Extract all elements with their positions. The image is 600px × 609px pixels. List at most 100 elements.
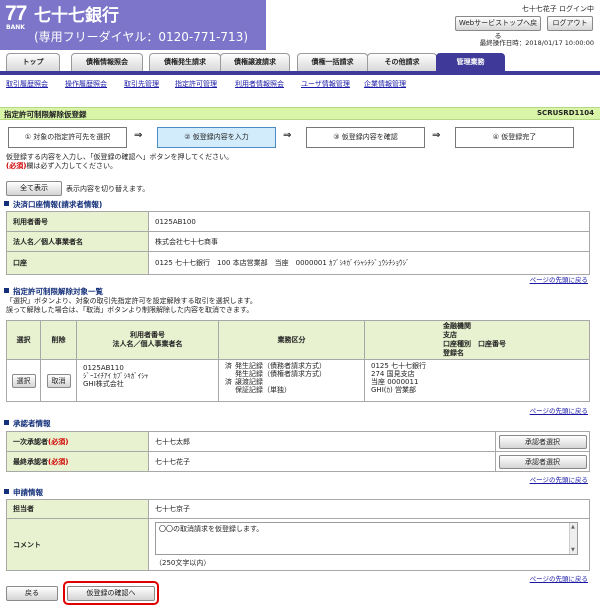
row-user-name: GHI株式会社 bbox=[83, 380, 124, 388]
tab-admin[interactable]: 管理業務 bbox=[436, 53, 505, 71]
tab-top[interactable]: トップ bbox=[6, 53, 60, 71]
request-section-title-text: 申請情報 bbox=[13, 488, 43, 497]
release-section-title: 指定許可制限解除対象一覧 bbox=[4, 286, 103, 297]
release-note-2: 誤って解除した場合は、「取消」ボタンより制限解除した内容を取消できます。 bbox=[6, 306, 254, 314]
scroll-up-icon[interactable]: ▲ bbox=[571, 524, 575, 530]
tab-claim-issue[interactable]: 債権発生請求 bbox=[149, 53, 221, 71]
web-service-top-button[interactable]: Webサービストップへ戻る bbox=[455, 16, 541, 40]
subnav-designation-management[interactable]: 指定許可管理 bbox=[175, 79, 217, 89]
back-to-top-link[interactable]: ページの先頭に戻る bbox=[530, 474, 588, 484]
tab-underline bbox=[0, 71, 600, 75]
approver-section-title: 承認者情報 bbox=[4, 418, 51, 429]
row-user-no: 0125AB110 bbox=[83, 364, 124, 372]
request-section-title: 申請情報 bbox=[4, 487, 43, 498]
col-select: 選択 bbox=[6, 320, 41, 360]
comment-label: コメント bbox=[6, 518, 149, 571]
back-button[interactable]: 戻る bbox=[6, 586, 58, 601]
subnav-transaction-history[interactable]: 取引履歴照会 bbox=[6, 79, 48, 89]
first-approver-label: 一次承認者 bbox=[13, 437, 48, 446]
step-3: ③ 仮登録内容を確認 bbox=[306, 127, 425, 148]
required-label: (必須) bbox=[48, 437, 69, 446]
tab-other-request[interactable]: その他請求 bbox=[367, 53, 437, 71]
table-row: 選択 取消 0125AB110 ｼﾞｰｴｲﾁｱｲ ｶﾌﾞｼｷｶﾞｲｼｬ GHI株… bbox=[6, 359, 590, 402]
account-label-user-no: 利用者番号 bbox=[6, 211, 149, 232]
person-label: 担当者 bbox=[6, 499, 149, 519]
section-bullet-icon bbox=[4, 420, 9, 425]
business-status-mark: 済 bbox=[225, 362, 232, 370]
release-section-title-text: 指定許可制限解除対象一覧 bbox=[13, 287, 103, 296]
bank-name: 七十七銀行 bbox=[34, 6, 119, 26]
cancel-button[interactable]: 取消 bbox=[46, 373, 71, 388]
instructions: 仮登録する内容を入力し、「仮登録の確認へ」ボタンを押してください。 (必須)欄は… bbox=[6, 153, 233, 171]
tab-claim-transfer[interactable]: 債権譲渡請求 bbox=[220, 53, 290, 71]
business-line: 保証記録（単独） bbox=[225, 386, 358, 394]
row-user-kana: ｼﾞｰｴｲﾁｱｲ ｶﾌﾞｼｷｶﾞｲｼｬ bbox=[83, 372, 149, 380]
business-line: 発生記録（債権者請求方式） bbox=[225, 370, 358, 378]
section-bullet-icon bbox=[4, 489, 9, 494]
subnav-company-management[interactable]: 企業情報管理 bbox=[364, 79, 406, 89]
step-arrow-icon: ⇒ bbox=[134, 130, 143, 141]
final-approver-select-button[interactable]: 承認者選択 bbox=[498, 454, 587, 469]
tab-claim-bulk[interactable]: 債権一括請求 bbox=[297, 53, 368, 71]
first-approver-value: 七十七太郎 bbox=[148, 431, 496, 452]
comment-scrollbar[interactable]: ▲ ▼ bbox=[569, 523, 577, 554]
col-delete: 削除 bbox=[40, 320, 77, 360]
header: 77 BANK 七十七銀行 (専用フリーダイヤル：0120-771-713) 七… bbox=[0, 0, 600, 50]
business-type: 保証記録（単独） bbox=[235, 386, 291, 394]
select-button[interactable]: 選択 bbox=[11, 373, 36, 388]
approver-section-title-text: 承認者情報 bbox=[13, 419, 51, 428]
bank-logo-text: BANK bbox=[6, 24, 25, 31]
subnav-partner-management[interactable]: 取引先管理 bbox=[124, 79, 159, 89]
required-label: (必須) bbox=[6, 162, 27, 170]
step-2-current: ② 仮登録内容を入力 bbox=[157, 127, 276, 148]
instruction-line: 仮登録する内容を入力し、「仮登録の確認へ」ボタンを押してください。 bbox=[6, 153, 234, 161]
account-label-company: 法人名／個人事業者名 bbox=[6, 231, 149, 252]
bank-logo: 77 bbox=[5, 2, 27, 25]
tab-claim-info[interactable]: 債権情報照会 bbox=[71, 53, 143, 71]
person-value: 七十七京子 bbox=[148, 499, 590, 519]
col-user: 利用者番号 法人名／個人事業者名 bbox=[76, 320, 219, 360]
logout-button[interactable]: ログアウト bbox=[547, 16, 593, 31]
free-dial: (専用フリーダイヤル：0120-771-713) bbox=[34, 30, 249, 44]
business-line: 済譲渡記録 bbox=[225, 378, 358, 386]
row-bank-line: GHI(ｶ) 営業部 bbox=[371, 386, 416, 394]
subnav-operation-history[interactable]: 操作履歴照会 bbox=[65, 79, 107, 89]
back-to-top-link[interactable]: ページの先頭に戻る bbox=[530, 274, 588, 284]
section-bullet-icon bbox=[4, 288, 9, 293]
account-info-table: 利用者番号 0125AB100 法人名／個人事業者名 株式会社七十七商事 口座 … bbox=[6, 211, 590, 275]
back-to-top-link[interactable]: ページの先頭に戻る bbox=[530, 405, 588, 415]
required-note: (必須)欄は必ず入力してください。 bbox=[6, 162, 233, 171]
confirm-registration-button[interactable]: 仮登録の確認へ bbox=[67, 586, 155, 601]
required-note-text: 欄は必ず入力してください。 bbox=[26, 162, 117, 170]
subnav-user-management[interactable]: ユーザ情報管理 bbox=[301, 79, 350, 89]
release-note-1: 「選択」ボタンより、対象の取引先指定許可を設定解除する取引を選択します。 bbox=[6, 297, 257, 305]
release-notes: 「選択」ボタンより、対象の取引先指定許可を設定解除する取引を選択します。 誤って… bbox=[6, 297, 257, 315]
last-operation-time: 最終操作日時：2018/01/17 10:00:00 bbox=[479, 39, 594, 47]
row-bank-line: 274 国見支店 bbox=[371, 370, 415, 378]
comment-char-limit: （250文字以内） bbox=[155, 559, 211, 567]
account-value-user-no: 0125AB100 bbox=[148, 211, 590, 232]
required-label: (必須) bbox=[48, 457, 69, 466]
show-all-button[interactable]: 全て表示 bbox=[6, 181, 62, 196]
account-value-company: 株式会社七十七商事 bbox=[148, 231, 590, 252]
final-approver-label: 最終承認者 bbox=[13, 457, 48, 466]
back-to-top-link[interactable]: ページの先頭に戻る bbox=[530, 573, 588, 583]
business-type: 発生記録（債務者請求方式） bbox=[235, 362, 326, 370]
subnav-user-info[interactable]: 利用者情報照会 bbox=[235, 79, 284, 89]
step-4: ④ 仮登録完了 bbox=[455, 127, 574, 148]
page-title-bar: 指定許可制限解除仮登録 SCRUSRD1104 bbox=[0, 107, 600, 120]
step-arrow-icon: ⇒ bbox=[432, 130, 441, 141]
business-type: 発生記録（債権者請求方式） bbox=[235, 370, 326, 378]
business-line: 済発生記録（債務者請求方式） bbox=[225, 362, 358, 370]
sub-navigation: 取引履歴照会 操作履歴照会 取引先管理 指定許可管理 利用者情報照会 ユーザ情報… bbox=[6, 79, 596, 91]
scroll-down-icon[interactable]: ▼ bbox=[571, 547, 575, 553]
step-arrow-icon: ⇒ bbox=[283, 130, 292, 141]
row-bank-line: 0125 七十七銀行 bbox=[371, 362, 427, 370]
comment-text: 〇〇の取消請求を仮登録します。 bbox=[159, 525, 264, 533]
show-all-description: 表示内容を切り替えます。 bbox=[66, 185, 150, 193]
comment-textarea[interactable]: 〇〇の取消請求を仮登録します。 ▲ ▼ bbox=[155, 522, 578, 555]
row-bank-line: 当座 0000011 bbox=[371, 378, 419, 386]
account-section-title: 決済口座情報(請求者情報) bbox=[4, 199, 102, 210]
first-approver-select-button[interactable]: 承認者選択 bbox=[498, 434, 587, 449]
section-bullet-icon bbox=[4, 201, 9, 206]
